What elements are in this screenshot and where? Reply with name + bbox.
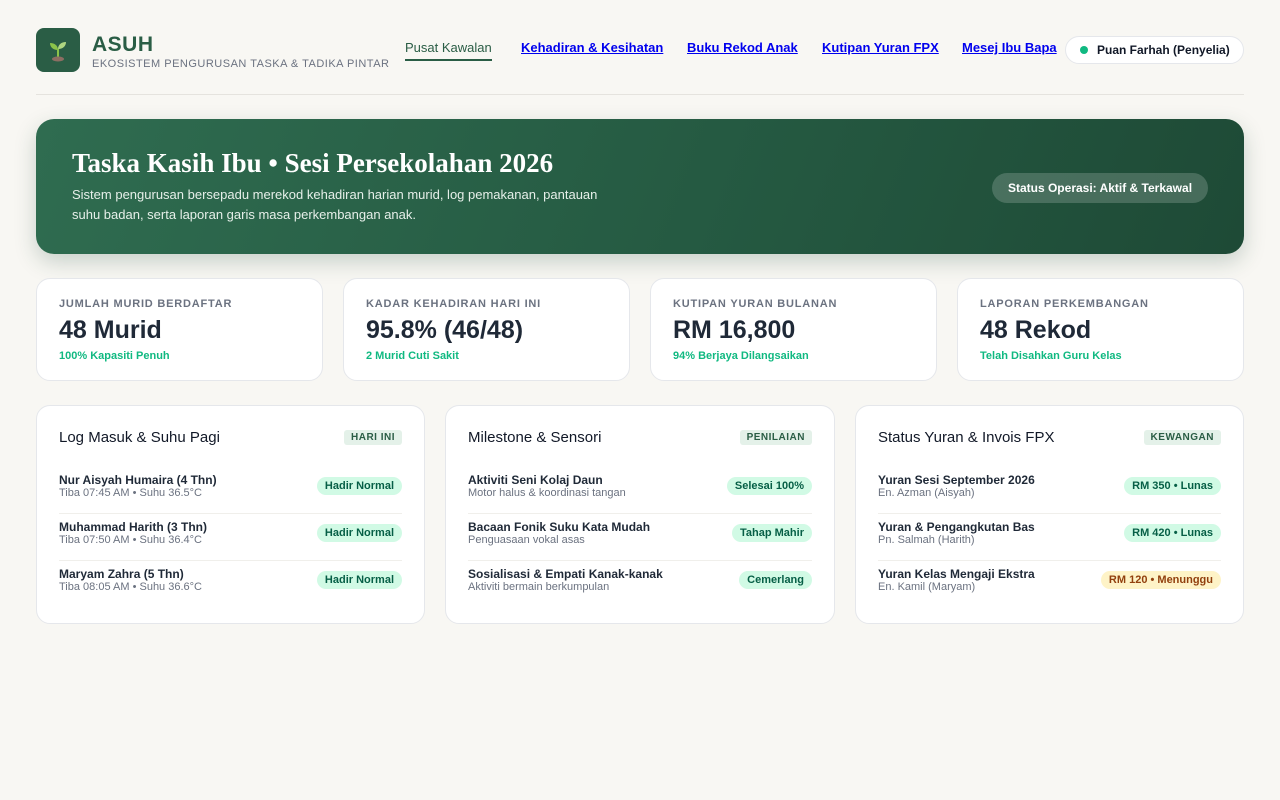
stat-label: KADAR KEHADIRAN HARI INI: [366, 298, 542, 310]
stat-card-fees: KUTIPAN YURAN BULANAN RM 16,800 94% Berj…: [650, 278, 937, 381]
payer-name: En. Kamil (Maryam): [878, 581, 976, 593]
list-item[interactable]: Sosialisasi & Empati Kanak-kanak Aktivit…: [468, 561, 812, 608]
nav-link-mesej[interactable]: Mesej Ibu Bapa: [962, 40, 1057, 55]
child-name: Maryam Zahra (5 Thn): [59, 567, 184, 581]
status-badge: Hadir Normal: [316, 477, 402, 495]
panel-title: Log Masuk & Suhu Pagi: [59, 429, 220, 446]
panel-tag: PENILAIAN: [739, 430, 812, 445]
stat-note: 100% Kapasiti Penuh: [59, 350, 170, 362]
payer-name: En. Azman (Aisyah): [878, 487, 975, 499]
hero-title: Taska Kasih Ibu • Sesi Persekolahan 2026: [72, 148, 554, 178]
stat-label: KUTIPAN YURAN BULANAN: [673, 298, 838, 310]
invoice-name: Yuran Sesi September 2026: [878, 473, 1035, 487]
stat-card-attendance: KADAR KEHADIRAN HARI INI 95.8% (46/48) 2…: [343, 278, 630, 381]
stat-note: 2 Murid Cuti Sakit: [366, 350, 459, 362]
online-status-icon: [1080, 46, 1088, 54]
hero-banner: Taska Kasih Ibu • Sesi Persekolahan 2026…: [36, 119, 1244, 254]
operation-status-badge: Status Operasi: Aktif & Terkawal: [992, 173, 1208, 203]
stat-card-enrolled: JUMLAH MURID BERDAFTAR 48 Murid 100% Kap…: [36, 278, 323, 381]
list-item[interactable]: Yuran & Pengangkutan Bas Pn. Salmah (Har…: [878, 514, 1221, 561]
stat-note: 94% Berjaya Dilangsaikan: [673, 350, 809, 362]
panel-fees-invoices: Status Yuran & Invois FPX KEWANGAN Yuran…: [855, 405, 1244, 624]
arrival-info: Tiba 07:45 AM • Suhu 36.5°C: [59, 487, 202, 499]
nav-link-kehadiran[interactable]: Kehadiran & Kesihatan: [521, 40, 663, 55]
user-menu[interactable]: Puan Farhah (Penyelia): [1065, 36, 1244, 64]
activity-detail: Penguasaan vokal asas: [468, 534, 585, 546]
payment-status-badge: RM 120 • Menunggu: [1100, 571, 1221, 589]
app-header: ASUH EKOSISTEM PENGURUSAN TASKA & TADIKA…: [36, 28, 1244, 72]
stat-value: RM 16,800: [673, 316, 796, 344]
list-item[interactable]: Aktiviti Seni Kolaj Daun Motor halus & k…: [468, 467, 812, 514]
stat-value: 95.8% (46/48): [366, 316, 524, 344]
user-name: Puan Farhah (Penyelia): [1097, 43, 1230, 57]
activity-name: Sosialisasi & Empati Kanak-kanak: [468, 567, 663, 581]
panel-title: Milestone & Sensori: [468, 429, 602, 446]
panel-attendance-log: Log Masuk & Suhu Pagi HARI INI Nur Aisya…: [36, 405, 425, 624]
status-badge: Hadir Normal: [316, 524, 402, 542]
nav-link-pusat-kawalan[interactable]: Pusat Kawalan: [405, 40, 492, 61]
stat-label: JUMLAH MURID BERDAFTAR: [59, 298, 233, 310]
stat-card-reports: LAPORAN PERKEMBANGAN 48 Rekod Telah Disa…: [957, 278, 1244, 381]
status-badge: Hadir Normal: [316, 571, 402, 589]
list-item[interactable]: Muhammad Harith (3 Thn) Tiba 07:50 AM • …: [59, 514, 402, 561]
brand-logo[interactable]: [36, 28, 80, 72]
brand-name: ASUH: [92, 33, 154, 56]
activity-detail: Motor halus & koordinasi tangan: [468, 487, 626, 499]
activity-detail: Aktiviti bermain berkumpulan: [468, 581, 610, 593]
payer-name: Pn. Salmah (Harith): [878, 534, 975, 546]
panel-tag: KEWANGAN: [1143, 430, 1221, 445]
stat-value: 48 Rekod: [980, 316, 1092, 344]
child-name: Muhammad Harith (3 Thn): [59, 520, 208, 534]
stat-value: 48 Murid: [59, 316, 162, 344]
nav-link-buku-rekod[interactable]: Buku Rekod Anak: [687, 40, 798, 55]
child-name: Nur Aisyah Humaira (4 Thn): [59, 473, 217, 487]
arrival-info: Tiba 07:50 AM • Suhu 36.4°C: [59, 534, 202, 546]
list-item[interactable]: Yuran Sesi September 2026 En. Azman (Ais…: [878, 467, 1221, 514]
status-badge: Selesai 100%: [726, 477, 812, 495]
panel-title: Status Yuran & Invois FPX: [878, 429, 1055, 446]
status-badge: Cemerlang: [739, 571, 812, 589]
list-item[interactable]: Nur Aisyah Humaira (4 Thn) Tiba 07:45 AM…: [59, 467, 402, 514]
brand-subtitle: EKOSISTEM PENGURUSAN TASKA & TADIKA PINT…: [92, 58, 390, 70]
header-divider: [36, 94, 1244, 95]
payment-status-badge: RM 350 • Lunas: [1124, 477, 1221, 495]
panel-tag: HARI INI: [344, 430, 402, 445]
panel-milestones: Milestone & Sensori PENILAIAN Aktiviti S…: [445, 405, 835, 624]
payment-status-badge: RM 420 • Lunas: [1124, 524, 1221, 542]
status-badge: Tahap Mahir: [732, 524, 812, 542]
stat-label: LAPORAN PERKEMBANGAN: [980, 298, 1149, 310]
activity-name: Aktiviti Seni Kolaj Daun: [468, 473, 603, 487]
list-item[interactable]: Yuran Kelas Mengaji Ekstra En. Kamil (Ma…: [878, 561, 1221, 608]
sprout-icon: [50, 42, 66, 62]
list-item[interactable]: Bacaan Fonik Suku Kata Mudah Penguasaan …: [468, 514, 812, 561]
invoice-name: Yuran & Pengangkutan Bas: [878, 520, 1035, 534]
list-item[interactable]: Maryam Zahra (5 Thn) Tiba 08:05 AM • Suh…: [59, 561, 402, 608]
invoice-name: Yuran Kelas Mengaji Ekstra: [878, 567, 1035, 581]
stat-note: Telah Disahkan Guru Kelas: [980, 350, 1122, 362]
nav-link-kutipan-yuran[interactable]: Kutipan Yuran FPX: [822, 40, 939, 55]
hero-description: Sistem pengurusan bersepadu merekod keha…: [72, 187, 598, 222]
activity-name: Bacaan Fonik Suku Kata Mudah: [468, 520, 651, 534]
arrival-info: Tiba 08:05 AM • Suhu 36.6°C: [59, 581, 202, 593]
